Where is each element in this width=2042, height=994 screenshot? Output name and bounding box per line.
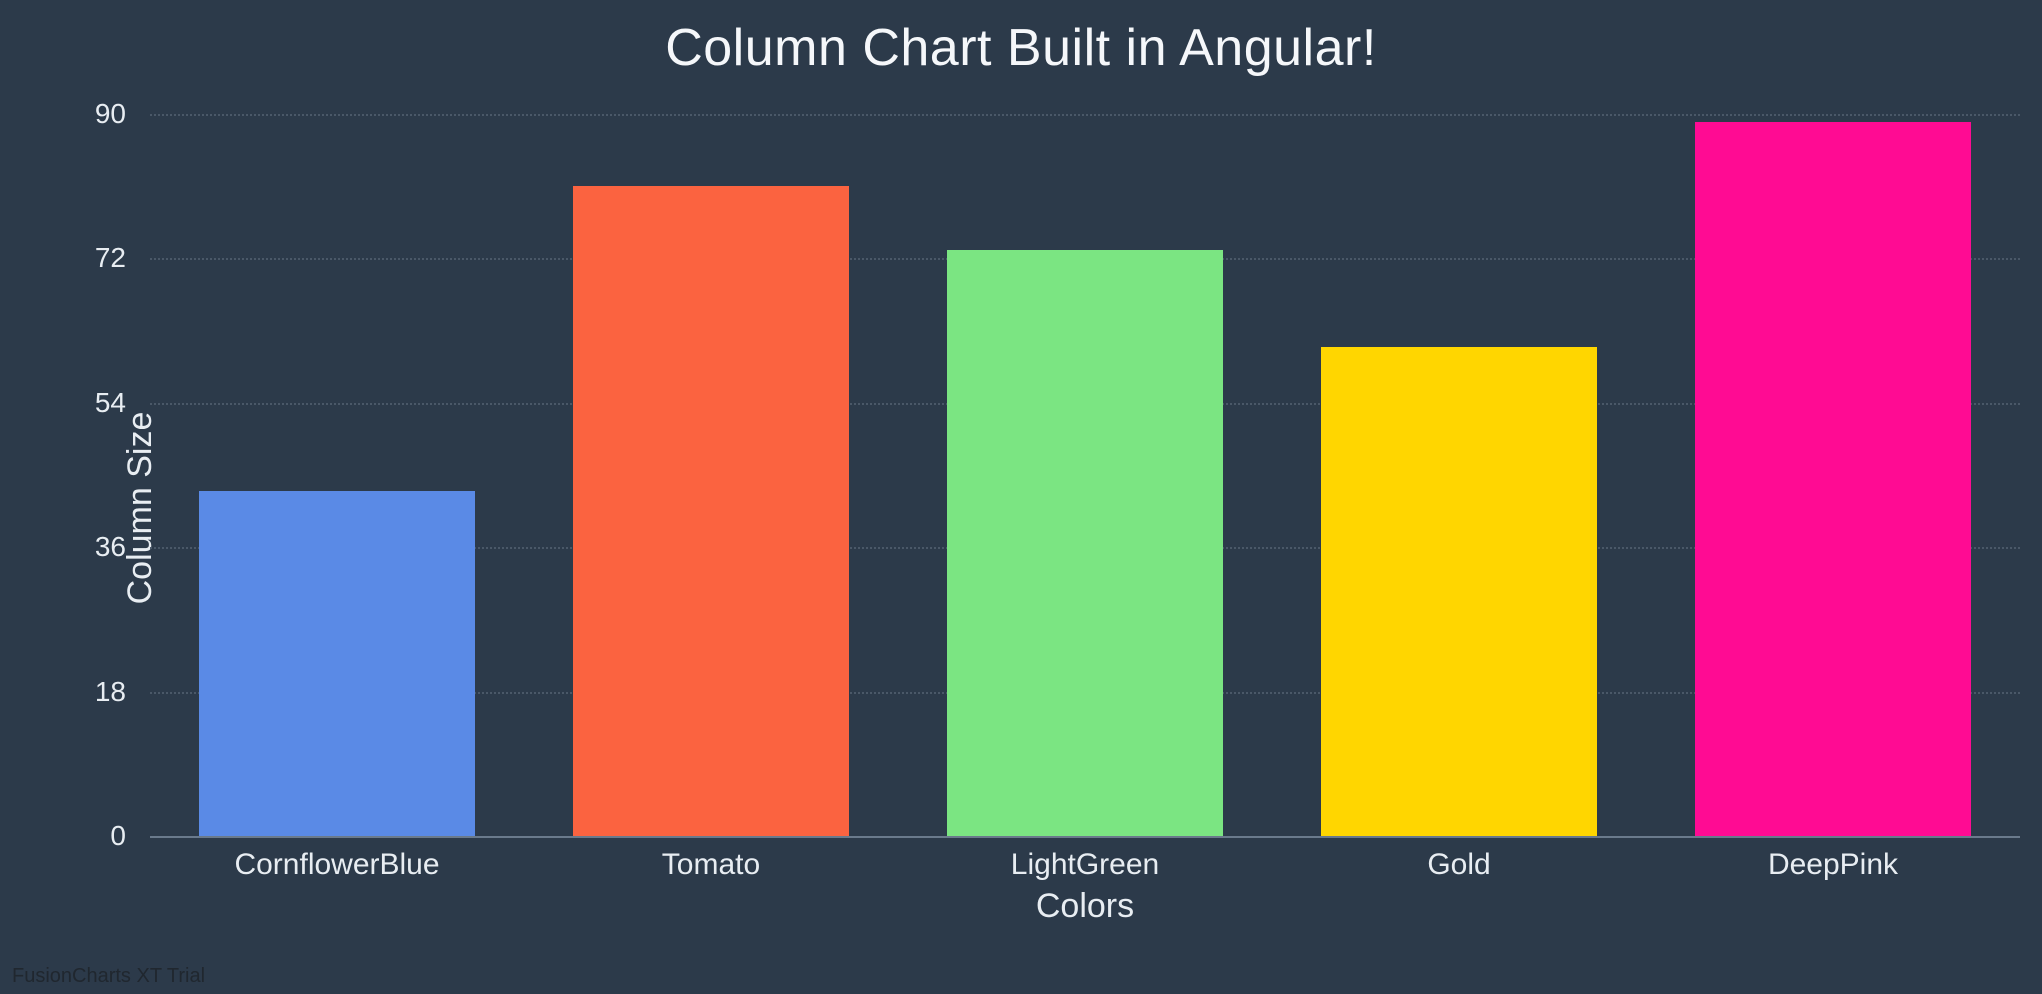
y-tick-label: 90: [95, 98, 150, 130]
y-tick-label: 0: [110, 820, 150, 852]
x-axis: CornflowerBlueTomatoLightGreenGoldDeepPi…: [150, 848, 2020, 882]
chart-title: Column Chart Built in Angular!: [0, 0, 2042, 78]
bar-slot: [150, 114, 524, 836]
bar-gold[interactable]: [1321, 347, 1598, 836]
bar-slot: [1272, 114, 1646, 836]
bar-slot: [1646, 114, 2020, 836]
bar-slot: [524, 114, 898, 836]
x-axis-label: Colors: [150, 887, 2020, 926]
bar-lightgreen[interactable]: [947, 250, 1224, 836]
bars-container: [150, 114, 2020, 836]
y-tick-label: 72: [95, 242, 150, 274]
x-tick-label: Gold: [1272, 848, 1646, 882]
plot-area: 01836547290: [150, 114, 2020, 838]
x-tick-label: LightGreen: [898, 848, 1272, 882]
x-tick-label: DeepPink: [1646, 848, 2020, 882]
x-tick-label: CornflowerBlue: [150, 848, 524, 882]
bar-tomato[interactable]: [573, 186, 850, 836]
y-tick-label: 54: [95, 387, 150, 419]
bar-slot: [898, 114, 1272, 836]
watermark-text: FusionCharts XT Trial: [12, 965, 205, 988]
y-tick-label: 18: [95, 676, 150, 708]
y-tick-label: 36: [95, 531, 150, 563]
x-tick-label: Tomato: [524, 848, 898, 882]
bar-deeppink[interactable]: [1695, 122, 1972, 836]
bar-cornflowerblue[interactable]: [199, 491, 476, 836]
chart-area: Column Size 01836547290 CornflowerBlueTo…: [80, 98, 2020, 918]
